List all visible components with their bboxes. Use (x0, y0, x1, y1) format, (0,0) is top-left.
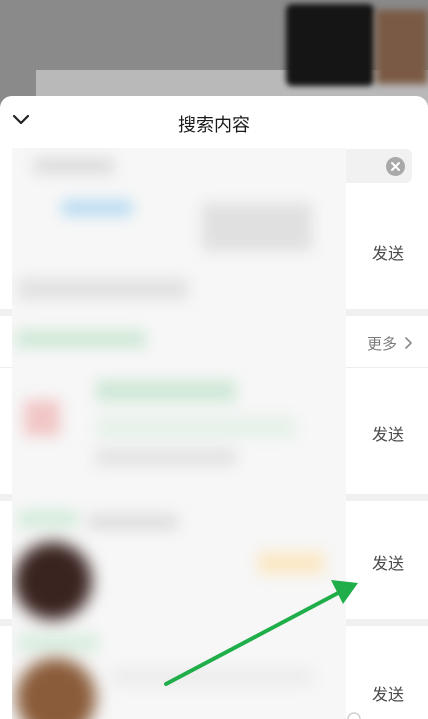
annotation-arrow-icon (164, 580, 358, 686)
partial-icon (347, 712, 361, 719)
